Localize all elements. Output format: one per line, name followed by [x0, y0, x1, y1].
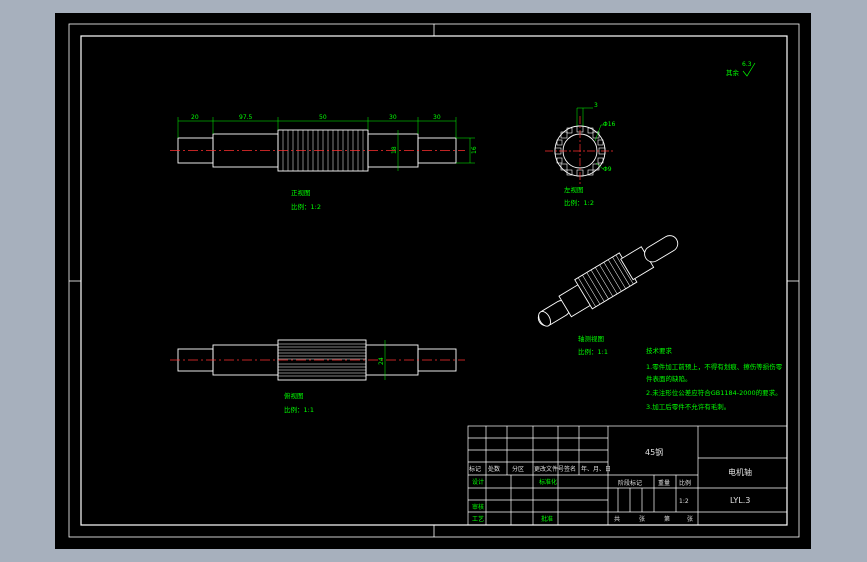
tb-row-label-date: 年、月、日	[581, 465, 611, 473]
notes-line-1: 1.零件加工前预上，不得有划痕、擦伤等损伤零	[646, 362, 783, 371]
title-block[interactable]: 45钢 电机轴 LYL.3 标记 处数 分区 更改文件号 签名 年、月、日 设计…	[467, 425, 788, 526]
sheet-inner-border	[80, 35, 788, 526]
svg-text:6.3: 6.3	[742, 61, 752, 68]
iso-view-scale: 比例：1:1	[578, 347, 608, 356]
title-block-material: 45钢	[645, 447, 663, 457]
iso-view-title: 轴测视图	[578, 334, 604, 343]
side-view-dim-dia2: Φ9	[603, 166, 612, 173]
top-view-scale: 比例：1:1	[284, 405, 314, 414]
top-view-dim-dia: 24	[378, 357, 385, 365]
dim-97-5: 97.5	[239, 114, 253, 121]
tb-review: 审核	[472, 503, 484, 511]
tb-row-label-zone: 分区	[512, 465, 524, 473]
side-view-title: 左视图	[564, 185, 584, 194]
dim-30-a: 30	[389, 114, 397, 121]
tb-stage: 阶段标记	[618, 479, 642, 487]
notes-line-2: 件表面的缺陷。	[646, 374, 692, 383]
svg-text:其余: 其余	[726, 68, 740, 77]
title-block-part-name: 电机轴	[728, 467, 752, 477]
side-view-dim-dia1: Φ16	[603, 121, 616, 128]
dim-50: 50	[319, 114, 327, 121]
tb-sheets-label: 张	[639, 515, 645, 523]
tb-sheets-total: 共	[614, 515, 620, 523]
top-view[interactable]: 24 俯视图 比例：1:1	[170, 339, 465, 414]
tb-row-label-count: 处数	[488, 465, 500, 473]
dim-dia-gear: 18	[391, 146, 398, 154]
tb-weight: 重量	[658, 479, 670, 487]
tb-approve: 批准	[541, 515, 553, 523]
notes-line-4: 3.加工后零件不允许有毛刺。	[646, 402, 730, 411]
title-block-drawing-no: LYL.3	[730, 496, 750, 505]
top-view-title: 俯视图	[284, 391, 304, 400]
side-view[interactable]: 3 Φ16 Φ9 左视图 比例：1:2	[545, 102, 616, 207]
front-view-title: 正视图	[291, 188, 311, 197]
technical-notes: 技术要求 1.零件加工前预上，不得有划痕、擦伤等损伤零 件表面的缺陷。 2.未注…	[646, 346, 783, 411]
tb-scale-value: 1:2	[679, 498, 689, 505]
tb-row-label-mark: 标记	[469, 465, 481, 473]
dim-dia-end: 16	[471, 146, 478, 154]
dim-20: 20	[191, 114, 199, 121]
dim-30-b: 30	[433, 114, 441, 121]
tb-row-label-signature: 签名	[564, 465, 576, 473]
tb-process: 工艺	[472, 515, 484, 523]
tb-scale-label: 比例	[679, 479, 691, 487]
front-view[interactable]: 20 97.5 50 30 30 18 16 正视图 比例：1:2	[170, 114, 478, 211]
tb-sheet-no: 第	[664, 515, 670, 523]
drawing-canvas[interactable]: 其余 6.3 20 97.5 50 30 30 18 16 正视图 比例：1:2…	[55, 13, 811, 549]
border-ticks	[69, 24, 799, 537]
front-view-scale: 比例：1:2	[291, 202, 321, 211]
cad-viewport[interactable]: 其余 6.3 20 97.5 50 30 30 18 16 正视图 比例：1:2…	[55, 13, 811, 549]
side-view-scale: 比例：1:2	[564, 198, 594, 207]
iso-view-shaft	[537, 235, 679, 327]
tb-design: 设计	[472, 478, 484, 486]
tb-row-label-change-doc: 更改文件号	[534, 465, 564, 473]
tb-sheet-label: 张	[687, 515, 693, 523]
roughness-symbol: 其余 6.3	[726, 61, 756, 77]
tb-standardize: 标准化	[539, 478, 557, 486]
sheet-outer-border	[68, 23, 800, 538]
iso-view[interactable]: 轴测视图 比例：1:1	[530, 224, 685, 356]
notes-heading: 技术要求	[646, 346, 673, 355]
side-view-dim-top: 3	[594, 102, 598, 109]
notes-line-3: 2.未注形位公差应符合GB1184-2000的要求。	[646, 388, 782, 397]
